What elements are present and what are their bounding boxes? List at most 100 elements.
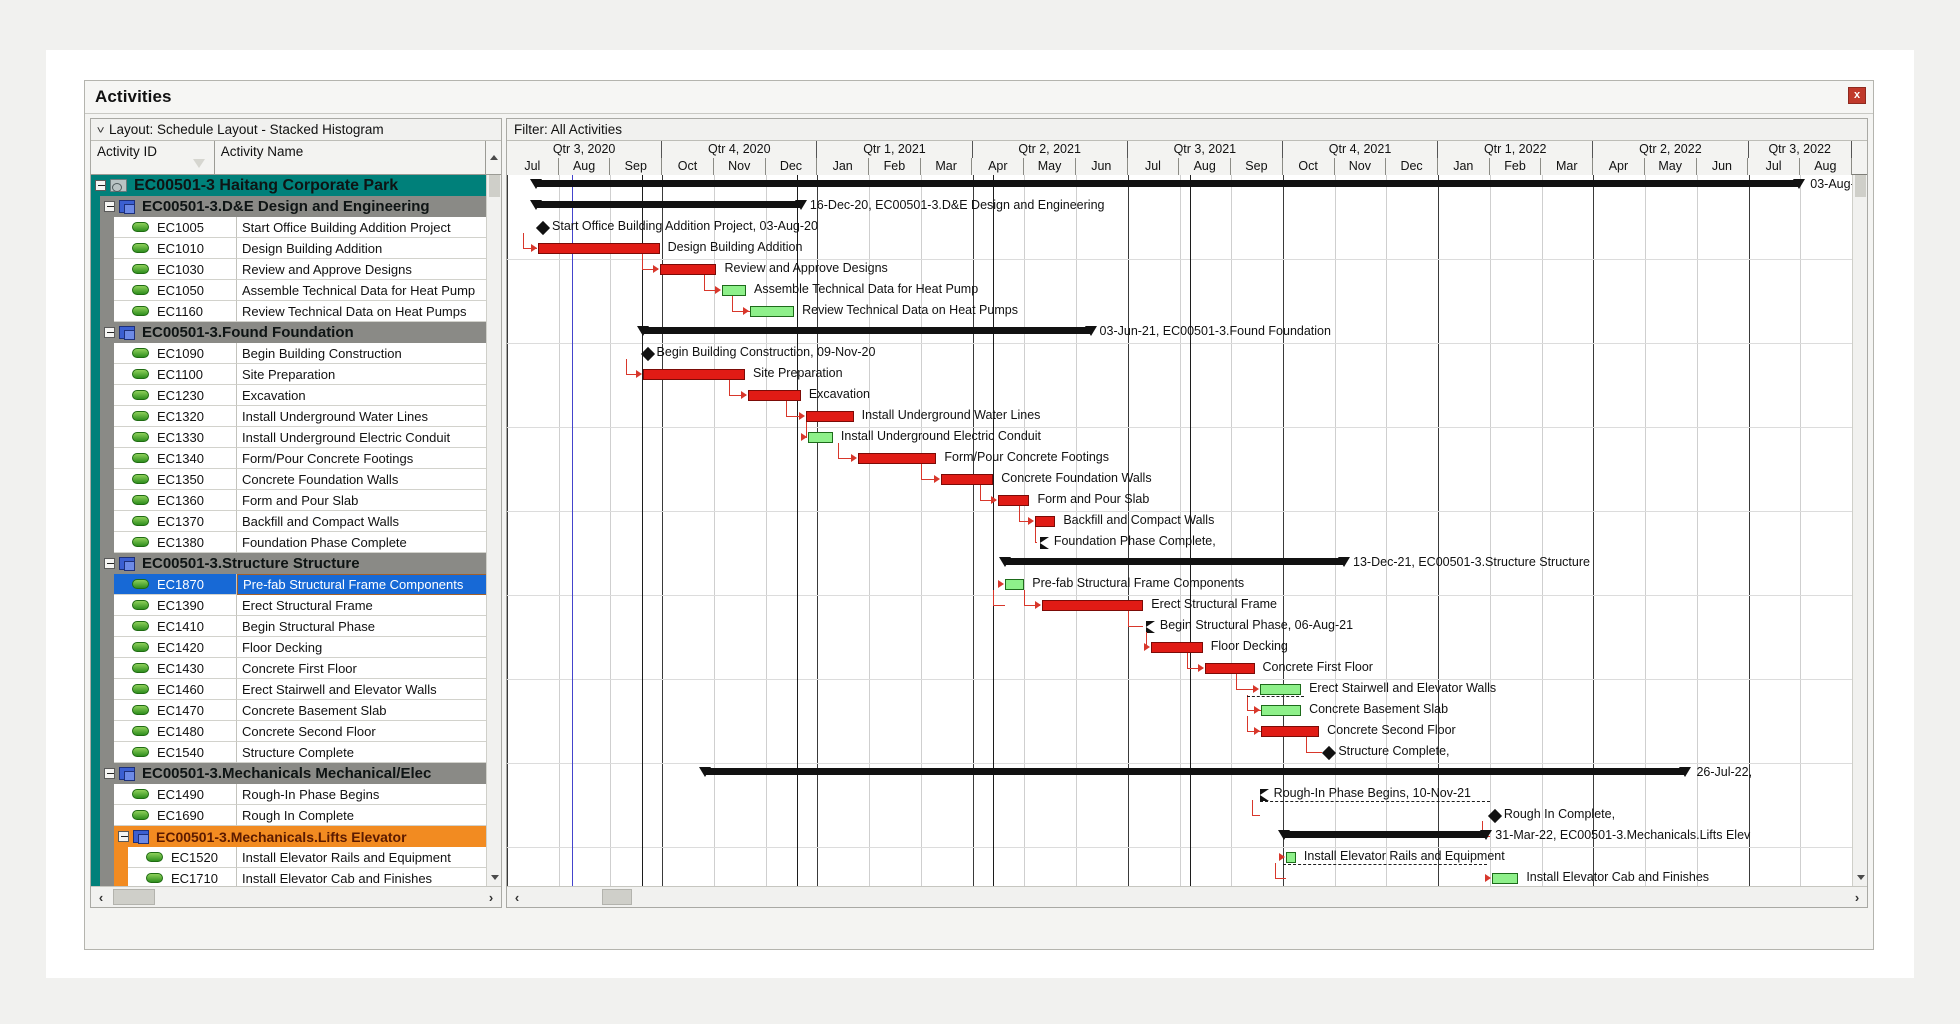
cell-activity-id[interactable]: EC1430 xyxy=(114,658,237,679)
table-row[interactable]: EC1380Foundation Phase Complete xyxy=(91,532,487,553)
cell-activity-name[interactable]: Start Office Building Addition Project xyxy=(237,217,487,238)
collapse-expander-icon[interactable] xyxy=(95,180,106,191)
cell-activity-name[interactable]: Concrete Basement Slab xyxy=(237,700,487,721)
table-row[interactable]: EC00501-3.Mechanicals.Lifts Elevator xyxy=(91,826,487,847)
gantt-task-bar[interactable] xyxy=(1035,516,1056,527)
cell-activity-id[interactable]: EC1390 xyxy=(114,595,237,616)
gantt-task-bar[interactable] xyxy=(1261,726,1319,737)
gantt-vertical-scrollbar[interactable] xyxy=(1852,175,1867,886)
gantt-milestone[interactable] xyxy=(1040,537,1049,549)
gantt-milestone[interactable] xyxy=(1260,789,1269,801)
cell-activity-id[interactable]: EC1330 xyxy=(114,427,237,448)
group-row-cell[interactable]: EC00501-3.Mechanicals.Lifts Elevator xyxy=(114,826,487,847)
cell-activity-name[interactable]: Rough-In Phase Begins xyxy=(237,784,487,805)
gantt-task-bar[interactable] xyxy=(660,264,717,275)
table-scroll-down-button[interactable] xyxy=(487,871,502,884)
gantt-horizontal-scrollbar[interactable]: ‹ › xyxy=(507,886,1867,907)
gantt-task-bar[interactable] xyxy=(1492,873,1518,884)
gantt-scroll-down-button[interactable] xyxy=(1853,871,1868,884)
hscroll-left-button[interactable]: ‹ xyxy=(91,890,111,905)
table-row[interactable]: EC1360Form and Pour Slab xyxy=(91,490,487,511)
gantt-task-bar[interactable] xyxy=(750,306,794,317)
cell-activity-id[interactable]: EC1410 xyxy=(114,616,237,637)
table-row[interactable]: EC1030Review and Approve Designs xyxy=(91,259,487,280)
cell-activity-name[interactable]: Begin Building Construction xyxy=(237,343,487,364)
cell-activity-name[interactable]: Pre-fab Structural Frame Components xyxy=(237,574,487,595)
cell-activity-name[interactable]: Install Elevator Rails and Equipment xyxy=(237,847,487,868)
cell-activity-id[interactable]: EC1480 xyxy=(114,721,237,742)
gantt-task-bar[interactable] xyxy=(538,243,660,254)
gantt-summary-bar[interactable] xyxy=(1004,558,1345,565)
cell-activity-name[interactable]: Rough In Complete xyxy=(237,805,487,826)
table-row[interactable]: EC00501-3.Found Foundation xyxy=(91,322,487,343)
table-row[interactable]: EC1340Form/Pour Concrete Footings xyxy=(91,448,487,469)
table-row[interactable]: EC1460Erect Stairwell and Elevator Walls xyxy=(91,679,487,700)
table-row[interactable]: EC1710Install Elevator Cab and Finishes xyxy=(91,868,487,887)
gantt-hscroll-right-button[interactable]: › xyxy=(1847,890,1867,905)
table-row[interactable]: EC1100Site Preparation xyxy=(91,364,487,385)
gantt-hscroll-thumb[interactable] xyxy=(602,889,632,905)
gantt-task-bar[interactable] xyxy=(1205,663,1254,674)
group-row-cell[interactable]: EC00501-3.D&E Design and Engineering xyxy=(100,196,487,217)
table-row[interactable]: EC00501-3 Haitang Corporate Park xyxy=(91,175,487,196)
cell-activity-name[interactable]: Backfill and Compact Walls xyxy=(237,511,487,532)
cell-activity-name[interactable]: Install Underground Water Lines xyxy=(237,406,487,427)
cell-activity-name[interactable]: Floor Decking xyxy=(237,637,487,658)
table-vertical-scrollbar[interactable] xyxy=(486,175,501,886)
table-row[interactable]: EC1390Erect Structural Frame xyxy=(91,595,487,616)
table-row[interactable]: EC1010Design Building Addition xyxy=(91,238,487,259)
cell-activity-name[interactable]: Review Technical Data on Heat Pumps xyxy=(237,301,487,322)
gantt-task-bar[interactable] xyxy=(806,411,854,422)
cell-activity-name[interactable]: Concrete First Floor xyxy=(237,658,487,679)
table-row[interactable]: EC1540Structure Complete xyxy=(91,742,487,763)
table-row[interactable]: EC1005Start Office Building Addition Pro… xyxy=(91,217,487,238)
table-row[interactable]: EC1410Begin Structural Phase xyxy=(91,616,487,637)
cell-activity-name[interactable]: Install Elevator Cab and Finishes xyxy=(237,868,487,887)
cell-activity-name[interactable]: Assemble Technical Data for Heat Pump xyxy=(237,280,487,301)
cell-activity-id[interactable]: EC1470 xyxy=(114,700,237,721)
cell-activity-id[interactable]: EC1160 xyxy=(114,301,237,322)
gantt-summary-bar[interactable] xyxy=(642,327,1092,334)
cell-activity-id[interactable]: EC1380 xyxy=(114,532,237,553)
gantt-task-bar[interactable] xyxy=(1042,600,1143,611)
collapse-expander-icon[interactable] xyxy=(104,768,115,779)
table-row[interactable]: EC1090Begin Building Construction xyxy=(91,343,487,364)
gantt-summary-bar[interactable] xyxy=(535,201,801,208)
cell-activity-id[interactable]: EC1520 xyxy=(128,847,237,868)
cell-activity-id[interactable]: EC1360 xyxy=(114,490,237,511)
table-row[interactable]: EC00501-3.Mechanicals Mechanical/Elec xyxy=(91,763,487,784)
cell-activity-name[interactable]: Begin Structural Phase xyxy=(237,616,487,637)
gantt-task-bar[interactable] xyxy=(998,495,1029,506)
filter-bar[interactable]: Filter: All Activities xyxy=(507,119,1867,141)
gantt-task-bar[interactable] xyxy=(808,432,833,443)
table-row[interactable]: EC1230Excavation xyxy=(91,385,487,406)
column-header-activity-id[interactable]: Activity ID xyxy=(91,141,215,174)
cell-activity-id[interactable]: EC1010 xyxy=(114,238,237,259)
cell-activity-id[interactable]: EC1350 xyxy=(114,469,237,490)
cell-activity-name[interactable]: Erect Stairwell and Elevator Walls xyxy=(237,679,487,700)
collapse-expander-icon[interactable] xyxy=(104,327,115,338)
group-row-cell[interactable]: EC00501-3.Structure Structure xyxy=(100,553,487,574)
table-row[interactable]: EC1470Concrete Basement Slab xyxy=(91,700,487,721)
cell-activity-id[interactable]: EC1370 xyxy=(114,511,237,532)
gantt-task-bar[interactable] xyxy=(748,390,801,401)
cell-activity-name[interactable]: Concrete Foundation Walls xyxy=(237,469,487,490)
cell-activity-id[interactable]: EC1870 xyxy=(114,574,237,595)
table-vscroll-thumb[interactable] xyxy=(489,175,500,197)
cell-activity-id[interactable]: EC1050 xyxy=(114,280,237,301)
cell-activity-name[interactable]: Review and Approve Designs xyxy=(237,259,487,280)
gantt-task-bar[interactable] xyxy=(643,369,745,380)
cell-activity-id[interactable]: EC1710 xyxy=(128,868,237,887)
gantt-milestone[interactable] xyxy=(536,221,550,235)
table-row[interactable]: EC1690Rough In Complete xyxy=(91,805,487,826)
gantt-task-bar[interactable] xyxy=(1005,579,1025,590)
table-row[interactable]: EC1320Install Underground Water Lines xyxy=(91,406,487,427)
cell-activity-id[interactable]: EC1320 xyxy=(114,406,237,427)
gantt-hscroll-left-button[interactable]: ‹ xyxy=(507,890,527,905)
cell-activity-id[interactable]: EC1460 xyxy=(114,679,237,700)
cell-activity-id[interactable]: EC1420 xyxy=(114,637,237,658)
cell-activity-name[interactable]: Design Building Addition xyxy=(237,238,487,259)
hscroll-right-button[interactable]: › xyxy=(481,890,501,905)
table-row[interactable]: EC00501-3.D&E Design and Engineering xyxy=(91,196,487,217)
cell-activity-id[interactable]: EC1340 xyxy=(114,448,237,469)
